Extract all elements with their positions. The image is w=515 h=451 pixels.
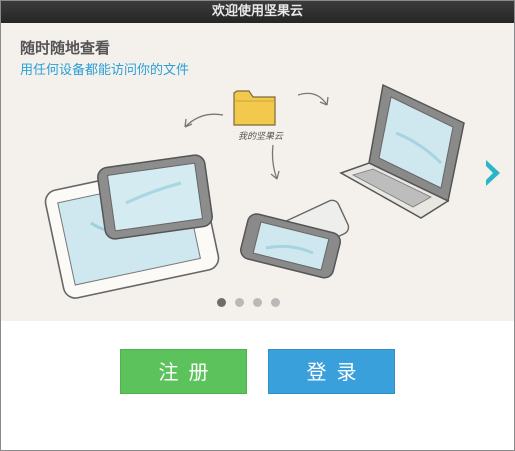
carousel-dot-2[interactable] <box>235 298 244 307</box>
login-button[interactable]: 登录 <box>268 349 395 394</box>
laptop <box>339 83 465 219</box>
folder-label: 我的坚果云 <box>238 131 284 142</box>
carousel-pagination <box>217 298 280 308</box>
slide-headline: 随时随地查看 <box>20 39 111 57</box>
register-button[interactable]: 注册 <box>120 349 247 394</box>
carousel-dot-1[interactable] <box>217 298 226 307</box>
carousel-dot-4[interactable] <box>271 298 280 307</box>
window-title: 欢迎使用坚果云 <box>1 1 514 23</box>
tablet-small <box>97 154 213 240</box>
slide-subline: 用任何设备都能访问你的文件 <box>20 63 190 78</box>
feature-carousel: 我的坚果云 随时随地查看 用任何设备都能访问你的文件 <box>1 23 514 321</box>
next-slide-button[interactable] <box>482 156 506 190</box>
folder-icon <box>233 90 276 126</box>
arrow-to-phone <box>271 144 278 180</box>
chevron-right-icon <box>486 160 500 186</box>
welcome-window: 欢迎使用坚果云 我的坚果云 随时随地查看 用任何设备都能访问你的文件 注册 登录 <box>0 0 515 451</box>
carousel-dot-3[interactable] <box>253 298 262 307</box>
